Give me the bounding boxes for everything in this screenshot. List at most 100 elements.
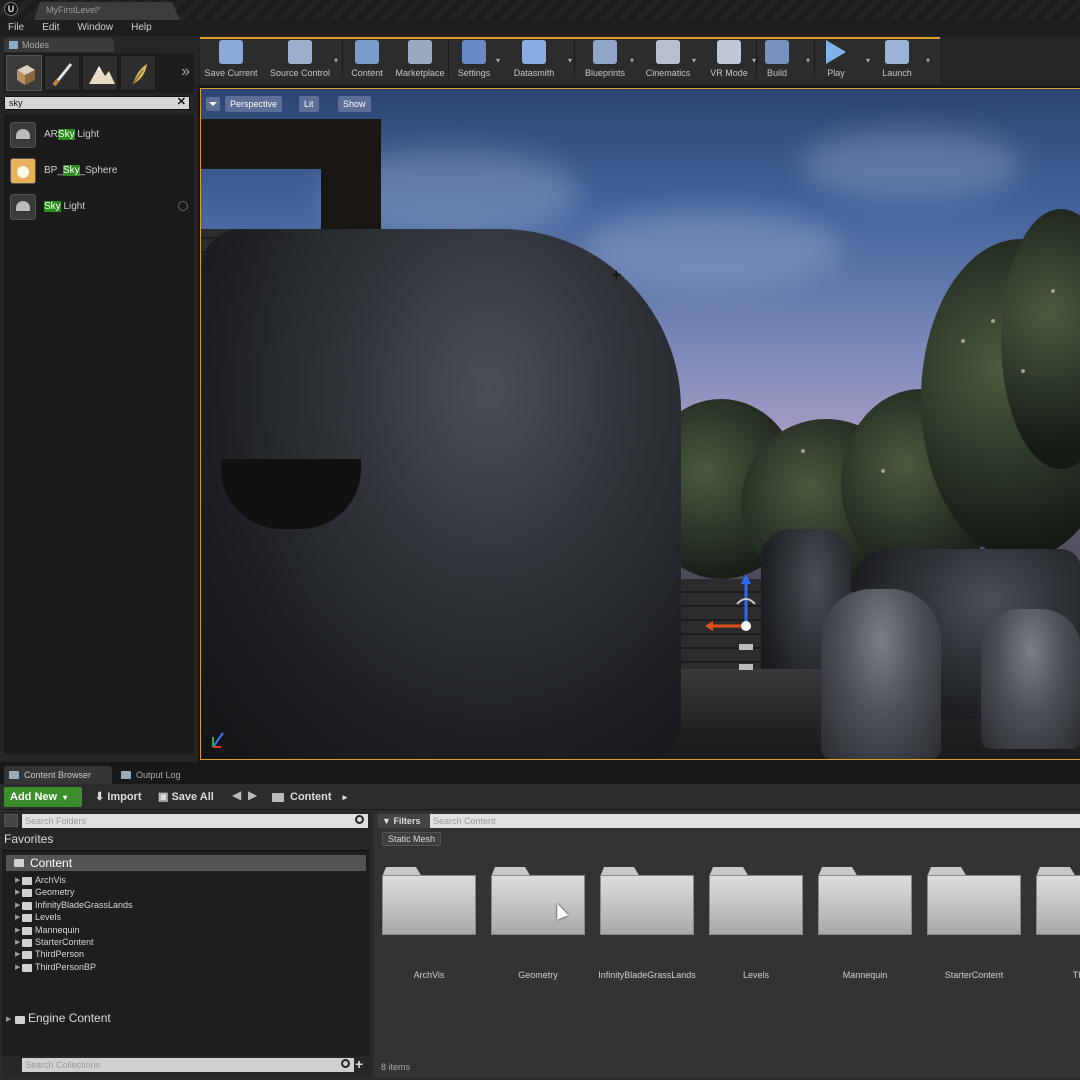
result-item-sky-light[interactable]: Sky Light <box>8 192 190 222</box>
menu-edit[interactable]: Edit <box>42 20 59 36</box>
tree-item-archvis[interactable]: ArchVis <box>35 875 66 885</box>
lit-button[interactable]: Lit <box>299 96 319 112</box>
result-item-ar-sky-light[interactable]: ARSky Light <box>8 120 190 150</box>
info-icon[interactable] <box>178 201 188 211</box>
save-current-button[interactable]: Save Current <box>200 38 262 80</box>
import-button[interactable]: ⬇ Import <box>95 788 142 806</box>
filters-button[interactable]: ▼ Filters <box>378 814 430 828</box>
tree-item-content[interactable]: Content <box>6 855 366 871</box>
build-button[interactable]: Build <box>760 38 794 80</box>
transform-gizmo-icon[interactable] <box>701 574 771 684</box>
modes-search-input[interactable]: sky ✕ <box>4 96 190 110</box>
clear-search-icon[interactable]: ✕ <box>177 96 186 108</box>
cinematics-button[interactable]: Cinematics <box>642 38 694 80</box>
toolbar-separator <box>814 40 815 78</box>
play-button[interactable]: Play <box>818 38 854 80</box>
tab-content-browser[interactable]: Content Browser <box>4 766 112 784</box>
tree-root-label: Content <box>30 856 73 870</box>
folder-tile-levels[interactable] <box>709 867 803 935</box>
foliage-mode-button[interactable] <box>120 55 156 91</box>
dropdown-arrow-icon[interactable]: ▾ <box>752 56 756 65</box>
show-button[interactable]: Show <box>338 96 371 112</box>
tree-item-mannequin[interactable]: Mannequin <box>35 925 80 935</box>
modes-tab[interactable]: Modes <box>4 38 114 52</box>
folder-tile-geometry[interactable] <box>491 867 585 935</box>
result-item-bp-sky-sphere[interactable]: BP_Sky_Sphere <box>8 156 190 186</box>
folder-tile-mannequin[interactable] <box>818 867 912 935</box>
expand-arrow-icon[interactable]: ▶ <box>15 913 20 921</box>
folder-tile-label: Third <box>1072 970 1080 980</box>
folder-tile-infinitybladegrasslands[interactable] <box>600 867 694 935</box>
expand-arrow-icon[interactable]: ▶ <box>15 950 20 958</box>
static-mesh-filter-chip[interactable]: Static Mesh <box>382 832 442 846</box>
tree-item-engine-content[interactable]: Engine Content <box>28 1011 111 1025</box>
search-collections-input[interactable]: Search Collections <box>22 1058 354 1072</box>
breadcrumb-chevron-icon[interactable]: ▸ <box>343 792 348 802</box>
expand-arrow-icon[interactable]: ▶ <box>15 876 20 884</box>
modes-search-value: sky <box>9 98 23 108</box>
blueprints-button[interactable]: Blueprints <box>580 38 630 80</box>
favorites-header[interactable]: Favorites <box>4 832 53 846</box>
import-icon: ⬇ <box>95 791 108 803</box>
folder-tile-startercontent[interactable] <box>927 867 1021 935</box>
paint-mode-button[interactable] <box>44 55 80 91</box>
dropdown-arrow-icon[interactable]: ▾ <box>806 56 810 65</box>
vr-mode-button[interactable]: VR Mode <box>706 38 752 80</box>
search-content-input[interactable]: Search Content <box>430 814 1080 828</box>
dropdown-arrow-icon[interactable]: ▾ <box>692 56 696 65</box>
content-button[interactable]: Content <box>346 38 388 80</box>
marketplace-icon <box>408 40 432 64</box>
landscape-mode-button[interactable] <box>82 55 118 91</box>
save-all-button[interactable]: ▣ Save All <box>158 788 214 806</box>
tree-item-thirdperson[interactable]: ThirdPerson <box>35 949 84 959</box>
dropdown-arrow-icon[interactable]: ▾ <box>334 56 338 65</box>
back-arrow-icon[interactable]: ◀ <box>232 788 241 802</box>
more-modes-chevron-icon[interactable]: » <box>181 63 190 81</box>
expand-arrow-icon[interactable]: ▶ <box>15 901 20 909</box>
tree-item-infinitybladegrasslands[interactable]: InfinityBladeGrassLands <box>35 900 133 910</box>
tab-output-log-label: Output Log <box>136 770 181 780</box>
place-mode-button[interactable] <box>6 55 42 91</box>
level-viewport[interactable]: Perspective Lit Show + <box>200 88 1080 760</box>
folder-icon <box>382 875 476 935</box>
perspective-button[interactable]: Perspective <box>225 96 283 112</box>
expand-arrow-icon[interactable]: ▶ <box>15 963 20 971</box>
forward-arrow-icon[interactable]: ▶ <box>248 788 257 802</box>
tree-item-levels[interactable]: Levels <box>35 912 61 922</box>
tree-item-geometry[interactable]: Geometry <box>35 887 75 897</box>
dropdown-arrow-icon[interactable]: ▾ <box>568 56 572 65</box>
dropdown-arrow-icon[interactable]: ▾ <box>496 56 500 65</box>
viewport-options-button[interactable] <box>206 97 220 111</box>
level-tab[interactable]: MyFirstLevel* <box>34 2 180 20</box>
expand-arrow-icon[interactable]: ▶ <box>15 888 20 896</box>
launch-button[interactable]: Launch <box>876 38 918 80</box>
marketplace-button[interactable]: Marketplace <box>392 38 448 80</box>
breadcrumb-content[interactable]: Content <box>290 791 332 803</box>
content-icon <box>355 40 379 64</box>
dropdown-arrow-icon[interactable]: ▾ <box>630 56 634 65</box>
menu-window[interactable]: Window <box>77 20 113 36</box>
tree-item-thirdpersonbp[interactable]: ThirdPersonBP <box>35 962 96 972</box>
add-collection-icon[interactable]: + <box>355 1056 363 1072</box>
tree-item-startercontent[interactable]: StarterContent <box>35 937 94 947</box>
sources-toggle-icon[interactable] <box>4 814 18 827</box>
folder-tile-archvis[interactable] <box>382 867 476 935</box>
folder-icon <box>491 875 585 935</box>
asset-view: ▼ Filters Search Content Static Mesh Arc… <box>374 812 1080 1078</box>
menu-help[interactable]: Help <box>131 20 152 36</box>
breadcrumb[interactable]: Content ▸ <box>290 788 347 806</box>
folder-tile-third[interactable] <box>1036 867 1080 935</box>
expand-arrow-icon[interactable]: ▶ <box>15 926 20 934</box>
add-new-button[interactable]: Add New ▾ <box>4 787 82 807</box>
dropdown-arrow-icon[interactable]: ▾ <box>926 56 930 65</box>
menu-file[interactable]: File <box>8 20 24 36</box>
search-folders-input[interactable]: Search Folders <box>22 814 368 828</box>
folder-tree: Content ▶ ArchVis ▶ Geometry ▶ InfinityBladeG… <box>2 850 370 1056</box>
expand-arrow-icon[interactable]: ▶ <box>15 938 20 946</box>
datasmith-button[interactable]: Datasmith <box>506 38 562 80</box>
expand-arrow-icon[interactable]: ▶ <box>6 1015 11 1023</box>
tab-output-log[interactable]: Output Log <box>116 766 206 784</box>
source-control-button[interactable]: Source Control <box>264 38 336 80</box>
dropdown-arrow-icon[interactable]: ▾ <box>866 56 870 65</box>
settings-button[interactable]: Settings <box>452 38 496 80</box>
